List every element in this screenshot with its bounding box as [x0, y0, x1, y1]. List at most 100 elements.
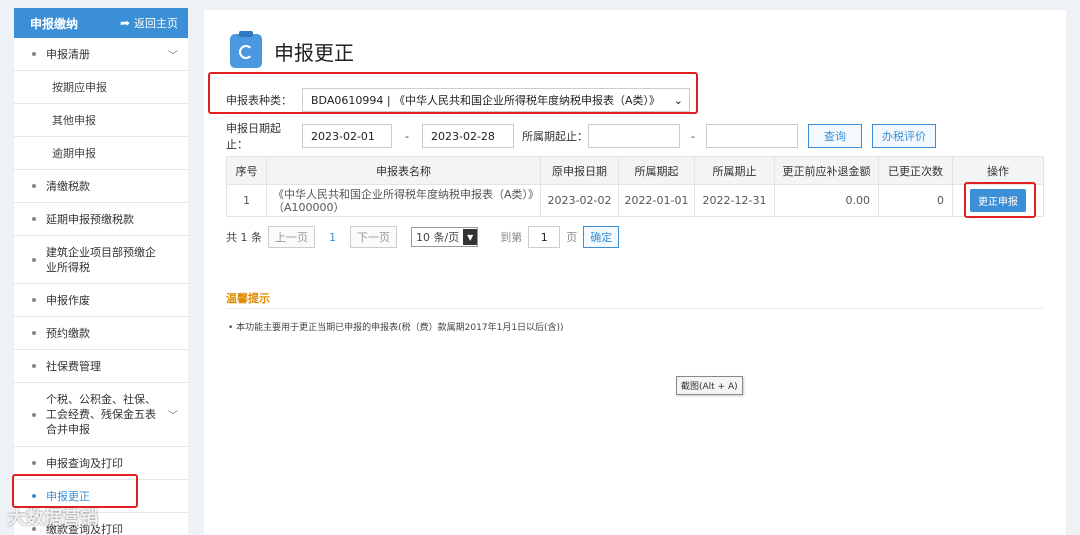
- cell-name: 《中华人民共和国企业所得税年度纳税申报表（A类）》（A100000）: [266, 184, 541, 217]
- goto-label: 到第: [500, 231, 523, 244]
- col-header-period-start: 所属期起: [618, 156, 695, 185]
- sidebar-item-label: 申报清册: [46, 47, 90, 61]
- bullet-icon: [32, 257, 36, 262]
- sidebar-item[interactable]: 建筑企业项目部预缴企业所得税: [14, 236, 188, 284]
- sidebar-item-label: 逾期申报: [52, 146, 96, 160]
- cell-orig-date: 2023-02-02: [540, 184, 619, 217]
- col-header-amount: 更正前应补退金额: [774, 156, 879, 185]
- sidebar-item-label: 个税、公积金、社保、工会经费、残保金五表合并申报: [46, 393, 156, 436]
- cell-action: 更正申报: [952, 184, 1044, 217]
- bullet-icon: [32, 331, 36, 335]
- sidebar-item-label: 其他申报: [52, 113, 96, 127]
- pagination: 共 1 条 上一页 1 下一页 10 条/页 ▼ 到第 1 页 确定: [226, 226, 620, 248]
- col-header-name: 申报表名称: [266, 156, 541, 185]
- page-size-value: 10 条/页: [416, 231, 460, 244]
- sidebar-item-label: 申报作废: [46, 293, 90, 307]
- sidebar-item[interactable]: 延期申报预缴税款: [14, 203, 188, 236]
- col-header-action: 操作: [952, 156, 1044, 185]
- clipboard-refresh-icon: [230, 31, 262, 68]
- goto-confirm-button[interactable]: 确定: [583, 226, 620, 248]
- date-to-input[interactable]: 2023-02-28: [422, 124, 514, 148]
- period-separator: -: [691, 129, 695, 143]
- page-size-select[interactable]: 10 条/页 ▼: [411, 227, 479, 247]
- sidebar-item-label: 申报更正: [46, 489, 90, 503]
- period-to-input[interactable]: [706, 124, 798, 148]
- sidebar-item[interactable]: 个税、公积金、社保、工会经费、残保金五表合并申报 ﹀: [14, 383, 188, 447]
- sidebar-item[interactable]: 社保费管理: [14, 350, 188, 383]
- chevron-down-icon: ﹀: [168, 50, 178, 62]
- watermark: 大数据营销: [8, 508, 98, 529]
- type-label: 申报表种类：: [226, 94, 292, 107]
- bullet-icon: [32, 184, 36, 188]
- goto-page-input[interactable]: 1: [528, 226, 561, 248]
- bullet-icon: [32, 412, 36, 417]
- prev-page-button[interactable]: 上一页: [268, 226, 315, 248]
- sidebar-item-label: 申报查询及打印: [46, 456, 123, 470]
- cell-period-start: 2022-01-01: [618, 184, 695, 217]
- sidebar-header: 申报缴纳 ➦ 返回主页: [14, 8, 188, 38]
- date-separator: -: [405, 129, 409, 143]
- next-page-button[interactable]: 下一页: [350, 226, 397, 248]
- page-unit: 页: [566, 231, 578, 244]
- pager-total: 共 1 条: [226, 231, 262, 244]
- cell-amount: 0.00: [774, 184, 879, 217]
- period-label: 所属期起止：: [522, 130, 588, 143]
- current-page[interactable]: 1: [321, 231, 344, 244]
- bullet-icon: [32, 298, 36, 302]
- declaration-type-value: BDA0610994 | 《中华人民共和国企业所得税年度纳税申报表（A类）》: [311, 94, 661, 107]
- chevron-down-icon: ⌄: [673, 93, 683, 107]
- sidebar: 申报缴纳 ➦ 返回主页 申报清册 ﹀ 按期应申报其他申报逾期申报清缴税款延期申报预缴…: [14, 8, 188, 535]
- back-home-label: 返回主页: [134, 17, 178, 30]
- date-from-input[interactable]: 2023-02-01: [302, 124, 392, 148]
- sidebar-item[interactable]: 逾期申报: [14, 137, 188, 170]
- sidebar-item-label: 预约缴款: [46, 326, 90, 340]
- correct-declaration-button[interactable]: 更正申报: [970, 189, 1026, 212]
- sidebar-title: 申报缴纳: [30, 16, 79, 31]
- date-label: 申报日期起止：: [226, 122, 281, 151]
- type-filter-row: 申报表种类： BDA0610994 | 《中华人民共和国企业所得税年度纳税申报表…: [226, 88, 690, 112]
- chevron-down-icon: ▼: [463, 229, 478, 245]
- page-header: 申报更正: [230, 31, 354, 68]
- sidebar-item-label: 建筑企业项目部预缴企业所得税: [46, 245, 156, 274]
- col-header-count: 已更正次数: [878, 156, 953, 185]
- sidebar-item-label: 清缴税款: [46, 179, 90, 193]
- period-from-input[interactable]: [588, 124, 680, 148]
- cell-period-end: 2022-12-31: [694, 184, 775, 217]
- sidebar-item[interactable]: 其他申报: [14, 104, 188, 137]
- date-filter-row: 申报日期起止： 2023-02-01 - 2023-02-28 所属期起止： -…: [226, 120, 936, 152]
- sidebar-item-label: 按期应申报: [52, 80, 107, 94]
- sidebar-item-label: 延期申报预缴税款: [46, 212, 134, 226]
- bullet-icon: [32, 217, 36, 221]
- sidebar-item[interactable]: 清缴税款: [14, 170, 188, 203]
- sidebar-item[interactable]: 申报查询及打印: [14, 447, 188, 480]
- declaration-table: 序号 申报表名称 原申报日期 所属期起 所属期止 更正前应补退金额 已更正次数 …: [226, 156, 1044, 217]
- sidebar-item[interactable]: 按期应申报: [14, 71, 188, 104]
- bullet-icon: [32, 461, 36, 465]
- tips-title: 温馨提示: [226, 292, 270, 305]
- bullet-icon: [32, 52, 36, 56]
- chevron-down-icon: ﹀: [168, 411, 178, 422]
- table-header-row: 序号 申报表名称 原申报日期 所属期起 所属期止 更正前应补退金额 已更正次数 …: [226, 156, 1044, 185]
- tips-divider: [226, 308, 1044, 309]
- tax-evaluation-button[interactable]: 办税评价: [872, 124, 936, 148]
- query-button[interactable]: 查询: [808, 124, 862, 148]
- col-header-period-end: 所属期止: [694, 156, 775, 185]
- table-row: 1 《中华人民共和国企业所得税年度纳税申报表（A类）》（A100000） 202…: [226, 184, 1044, 217]
- sidebar-item[interactable]: 申报作废: [14, 284, 188, 317]
- bullet-icon: [32, 364, 36, 368]
- sidebar-item[interactable]: 预约缴款: [14, 317, 188, 350]
- declaration-type-select[interactable]: BDA0610994 | 《中华人民共和国企业所得税年度纳税申报表（A类）》 ⌄: [302, 88, 690, 112]
- back-arrow-icon: ➦: [119, 16, 130, 30]
- cell-index: 1: [226, 184, 267, 217]
- screenshot-tooltip: 截图(Alt + A): [676, 376, 743, 395]
- col-header-index: 序号: [226, 156, 267, 185]
- sidebar-menu: 申报清册 ﹀ 按期应申报其他申报逾期申报清缴税款延期申报预缴税款建筑企业项目部预缴企…: [14, 38, 188, 535]
- page-title: 申报更正: [274, 40, 354, 65]
- cell-count: 0: [878, 184, 953, 217]
- col-header-orig-date: 原申报日期: [540, 156, 619, 185]
- sidebar-item[interactable]: 申报清册 ﹀: [14, 38, 188, 71]
- back-home-button[interactable]: ➦ 返回主页: [120, 15, 178, 31]
- main-panel: 申报更正 申报表种类： BDA0610994 | 《中华人民共和国企业所得税年度…: [204, 10, 1066, 535]
- bullet-icon: [32, 494, 36, 498]
- sidebar-item-label: 社保费管理: [46, 359, 101, 373]
